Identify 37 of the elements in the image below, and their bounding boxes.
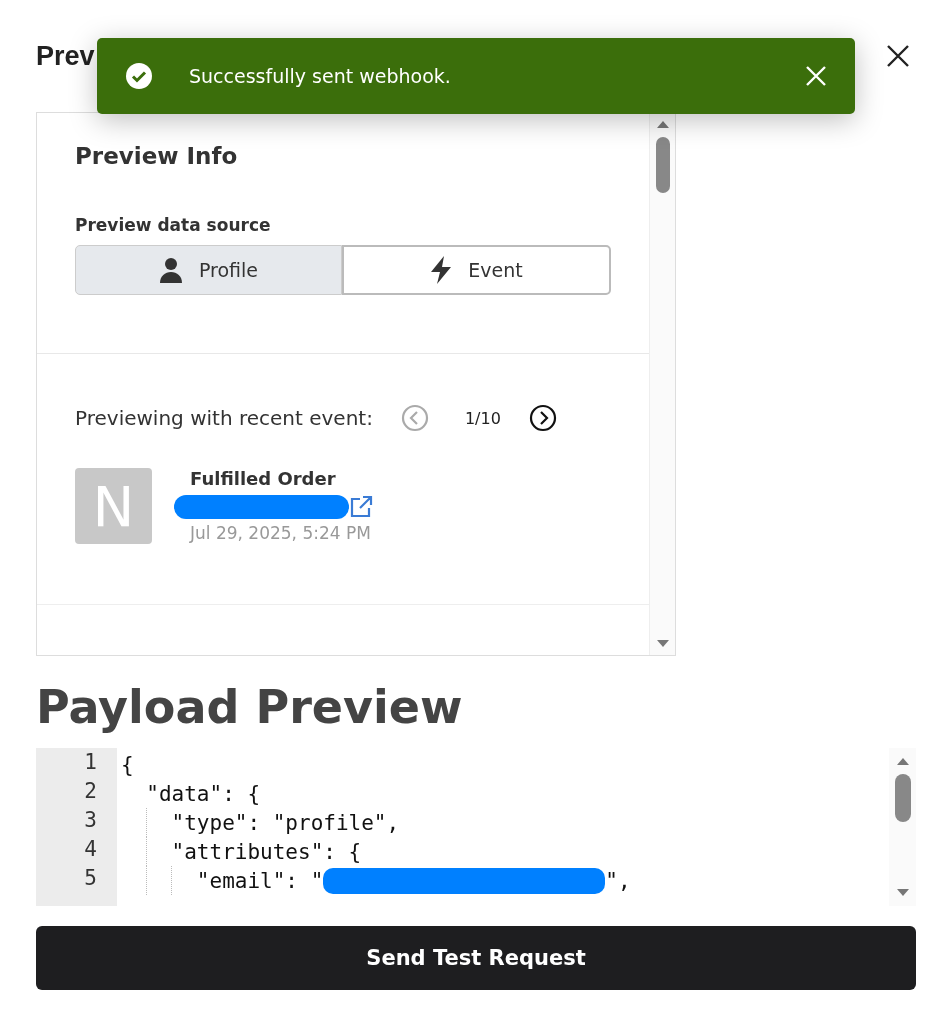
source-tab[interactable]: Profile	[75, 245, 342, 295]
external-link-icon[interactable]	[349, 495, 373, 519]
line-number: 2	[83, 779, 98, 805]
scroll-thumb[interactable]	[655, 137, 670, 193]
scrollbar[interactable]	[650, 113, 675, 655]
dialog-title: Prev	[36, 40, 95, 72]
scrollbar[interactable]	[889, 748, 916, 906]
scroll-down-icon[interactable]	[655, 639, 670, 649]
section-title: Preview Info	[75, 143, 239, 169]
person-icon	[158, 257, 183, 283]
field-label: Preview data source	[75, 215, 272, 235]
line-number: 1	[83, 750, 98, 776]
scroll-up-icon[interactable]	[655, 119, 670, 129]
check-circle-icon	[125, 62, 153, 90]
recent-event-label: Previewing with recent event:	[75, 406, 373, 430]
code-text: "data": {	[145, 781, 261, 806]
toast-message: Successfully sent webhook.	[189, 65, 452, 87]
scroll-thumb[interactable]	[894, 774, 911, 822]
line-number: 5	[83, 866, 98, 892]
code-text: "email": "	[195, 868, 324, 893]
lightning-icon	[430, 256, 453, 284]
event-time: Jul 29, 2025, 5:24 PM	[190, 523, 372, 543]
line-number: 3	[83, 808, 98, 834]
section-title: Payload Preview	[36, 680, 464, 734]
scroll-down-icon[interactable]	[895, 888, 910, 898]
next-icon[interactable]	[528, 404, 557, 432]
source-tab[interactable]: Event	[342, 245, 611, 295]
send-test-request-button[interactable]: Send Test Request	[36, 926, 916, 990]
event-name: Fulfilled Order	[190, 468, 337, 489]
code-text: "attributes": {	[170, 839, 362, 864]
code-text: {	[121, 752, 134, 777]
scroll-up-icon[interactable]	[895, 756, 910, 766]
line-number: 4	[83, 837, 98, 863]
code-text: ",	[605, 868, 631, 893]
page-count: 1/10	[464, 408, 501, 428]
close-icon[interactable]	[886, 44, 910, 68]
code-text: "type": "profile",	[170, 810, 400, 835]
